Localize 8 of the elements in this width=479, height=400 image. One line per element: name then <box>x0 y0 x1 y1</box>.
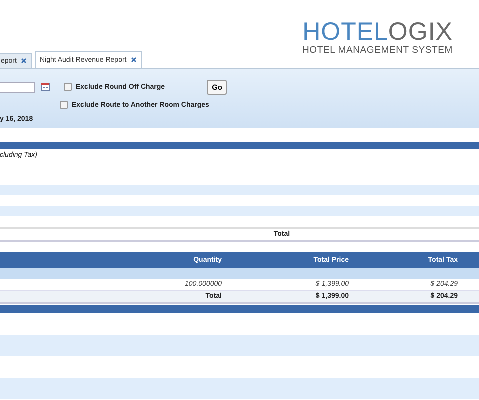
close-icon[interactable] <box>130 55 137 65</box>
checkbox[interactable] <box>60 101 68 109</box>
date-field[interactable] <box>0 82 35 92</box>
checkbox[interactable] <box>64 83 72 91</box>
logo-text: HOTELOGIX <box>302 19 453 45</box>
calendar-icon[interactable] <box>41 83 50 91</box>
logo-tagline: HOTEL MANAGEMENT SYSTEM <box>302 45 453 56</box>
close-icon[interactable] <box>20 56 27 66</box>
